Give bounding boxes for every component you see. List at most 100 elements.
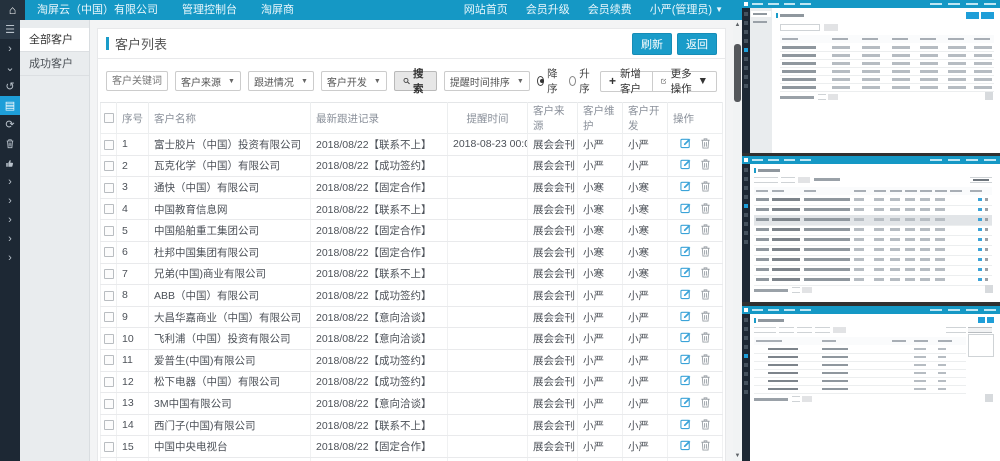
admin-page-preview-3[interactable]	[742, 306, 1000, 461]
more-actions-button[interactable]: 更多操作 ▼	[653, 71, 717, 92]
column-header-1[interactable]: 客户名称	[149, 103, 311, 134]
trash-icon[interactable]	[700, 202, 711, 217]
list-icon[interactable]: ▤	[0, 96, 20, 115]
trash-icon[interactable]	[700, 353, 711, 368]
admin-page-preview-1[interactable]	[742, 0, 1000, 153]
chevron-right-icon[interactable]: ›	[0, 229, 20, 248]
sort-desc-radio[interactable]: 降序	[537, 66, 561, 96]
chevron-right-icon[interactable]: ›	[0, 39, 20, 58]
row-checkbox[interactable]	[104, 420, 114, 430]
navbar-right-item-3[interactable]: 小严(管理员)▼	[641, 0, 732, 20]
filter-select-0[interactable]: 客户来源▼	[175, 71, 241, 91]
chevron-right-icon[interactable]: ›	[0, 248, 20, 267]
row-checkbox[interactable]	[104, 312, 114, 322]
edit-icon[interactable]	[680, 288, 692, 303]
search-button[interactable]: 搜索	[394, 71, 437, 91]
trash-icon[interactable]	[700, 158, 711, 173]
logout-icon[interactable]: ⟳	[0, 115, 20, 134]
row-checkbox[interactable]	[104, 161, 114, 171]
back-button[interactable]: 返回	[677, 33, 717, 55]
row-checkbox[interactable]	[104, 334, 114, 344]
row-checkbox[interactable]	[104, 247, 114, 257]
main-scrollbar[interactable]: ▲ ▼	[733, 20, 742, 461]
edit-icon[interactable]	[680, 418, 692, 433]
refresh-button[interactable]: 刷新	[632, 33, 672, 55]
thumbs-up-icon[interactable]	[0, 153, 20, 172]
trash-icon[interactable]	[0, 134, 20, 153]
mini-cell	[862, 62, 880, 65]
edit-icon[interactable]	[680, 266, 692, 281]
navbar-right-item-1[interactable]: 会员升级	[517, 0, 579, 20]
row-checkbox[interactable]	[104, 140, 114, 150]
trash-icon[interactable]	[700, 418, 711, 433]
navbar-item-1[interactable]: 管理控制台	[170, 0, 249, 20]
trash-icon[interactable]	[700, 223, 711, 238]
column-header-7[interactable]: 操作	[668, 103, 723, 134]
column-header-3[interactable]: 提醒时间	[448, 103, 528, 134]
edit-icon[interactable]	[680, 180, 692, 195]
mini-cell	[862, 70, 880, 73]
scrollbar-thumb[interactable]	[734, 44, 741, 102]
edit-icon[interactable]	[680, 158, 692, 173]
row-checkbox[interactable]	[104, 291, 114, 301]
mini-sidebar-icon	[744, 30, 748, 34]
row-checkbox[interactable]	[104, 377, 114, 387]
menu-icon[interactable]: ☰	[0, 20, 20, 39]
sort-asc-radio[interactable]: 升序	[569, 66, 593, 96]
filter-select-2[interactable]: 客户开发▼	[321, 71, 387, 91]
row-checkbox[interactable]	[104, 204, 114, 214]
row-checkbox[interactable]	[104, 442, 114, 452]
navbar-right-item-2[interactable]: 会员续费	[579, 0, 641, 20]
edit-icon[interactable]	[680, 331, 692, 346]
edit-icon[interactable]	[680, 223, 692, 238]
edit-icon[interactable]	[680, 137, 692, 152]
row-checkbox[interactable]	[104, 183, 114, 193]
navbar-right-item-0[interactable]: 网站首页	[455, 0, 517, 20]
chevron-right-icon[interactable]: ›	[0, 191, 20, 210]
row-checkbox[interactable]	[104, 269, 114, 279]
edit-icon[interactable]	[680, 202, 692, 217]
column-header-4[interactable]: 客户来源	[528, 103, 578, 134]
filter-select-1[interactable]: 跟进情况▼	[248, 71, 314, 91]
sidebar-item-success-customers[interactable]: 成功客户	[20, 52, 89, 76]
trash-icon[interactable]	[700, 331, 711, 346]
row-checkbox[interactable]	[104, 355, 114, 365]
column-header-6[interactable]: 客户开发	[623, 103, 668, 134]
edit-icon[interactable]	[680, 245, 692, 260]
edit-icon[interactable]	[680, 353, 692, 368]
add-customer-button[interactable]: + 新增客户	[600, 71, 653, 92]
edit-icon[interactable]	[680, 439, 692, 454]
trash-icon[interactable]	[700, 439, 711, 454]
chevron-right-icon[interactable]: ›	[0, 172, 20, 191]
trash-icon[interactable]	[700, 288, 711, 303]
admin-page-preview-2[interactable]	[742, 156, 1000, 302]
trash-icon[interactable]	[700, 374, 711, 389]
edit-icon[interactable]	[680, 396, 692, 411]
trash-icon[interactable]	[700, 137, 711, 152]
scrollbar-up-arrow[interactable]: ▲	[733, 20, 742, 30]
trash-icon[interactable]	[700, 396, 711, 411]
chevron-down-icon[interactable]: ⌄	[0, 58, 20, 77]
trash-icon[interactable]	[700, 310, 711, 325]
sort-select[interactable]: 提醒时间排序 ▼	[444, 71, 530, 91]
edit-icon[interactable]	[680, 374, 692, 389]
home-icon[interactable]: ⌂	[0, 0, 25, 20]
mini-cell	[874, 278, 884, 281]
trash-icon[interactable]	[700, 266, 711, 281]
keyword-input[interactable]	[106, 71, 168, 91]
column-header-5[interactable]: 客户维护	[578, 103, 623, 134]
trash-icon[interactable]	[700, 245, 711, 260]
scrollbar-down-arrow[interactable]: ▼	[733, 451, 742, 461]
column-header-0[interactable]: 序号	[117, 103, 149, 134]
navbar-item-2[interactable]: 淘屏商	[249, 0, 306, 20]
navbar-item-0[interactable]: 淘屏云（中国）有限公司	[25, 0, 170, 20]
sidebar-item-all-customers[interactable]: 全部客户	[20, 28, 89, 52]
row-checkbox[interactable]	[104, 226, 114, 236]
edit-icon[interactable]	[680, 310, 692, 325]
row-checkbox[interactable]	[104, 399, 114, 409]
history-icon[interactable]: ↺	[0, 77, 20, 96]
chevron-right-icon[interactable]: ›	[0, 210, 20, 229]
select-all-checkbox[interactable]	[104, 113, 114, 123]
column-header-2[interactable]: 最新跟进记录	[311, 103, 448, 134]
trash-icon[interactable]	[700, 180, 711, 195]
